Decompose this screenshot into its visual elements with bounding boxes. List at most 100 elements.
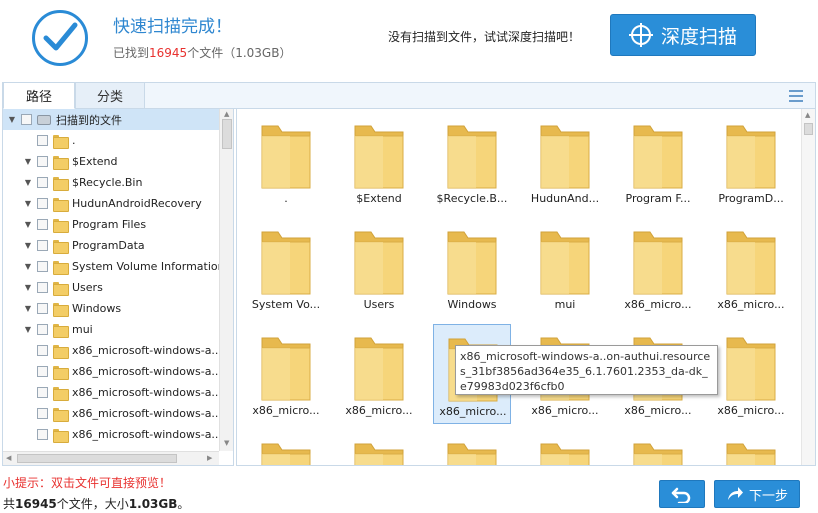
folder-tile-label: x86_micro... xyxy=(345,404,413,417)
folder-tile-label: Users xyxy=(363,298,395,311)
folder-tile[interactable]: x86_micro... xyxy=(619,218,697,318)
folder-tile[interactable]: . xyxy=(247,112,325,212)
expand-arrow-icon[interactable]: ▼ xyxy=(23,262,33,272)
tree-item-label: x86_microsoft-windows-a..on xyxy=(72,428,221,441)
folder-tile[interactable]: $Extend xyxy=(340,112,418,212)
folder-tile-label: x86_micro... xyxy=(717,298,785,311)
tree-checkbox[interactable] xyxy=(37,324,48,335)
tree-item[interactable]: ▼ Users xyxy=(3,277,221,298)
scroll-thumb[interactable] xyxy=(17,454,177,463)
tree-item-label: x86_microsoft-windows-a..on xyxy=(72,365,221,378)
tree-vertical-scrollbar[interactable]: ▲ ▼ xyxy=(219,109,233,451)
tree-item[interactable]: x86_microsoft-windows-a..on xyxy=(3,424,221,445)
tree-checkbox[interactable] xyxy=(37,408,48,419)
expand-arrow-icon[interactable]: ▼ xyxy=(23,325,33,335)
folder-tile-partial[interactable] xyxy=(712,430,790,465)
folder-tile-partial[interactable] xyxy=(247,430,325,465)
deep-scan-hint: 没有扫描到文件，试试深度扫描吧！ xyxy=(388,30,581,44)
tree-checkbox[interactable] xyxy=(37,429,48,440)
scan-complete-title: 快速扫描完成！ xyxy=(113,17,232,37)
tree-item[interactable]: ▼ System Volume Information xyxy=(3,256,221,277)
folder-tile-label: HudunAnd... xyxy=(530,192,600,205)
tree-checkbox[interactable] xyxy=(37,345,48,356)
folder-icon xyxy=(53,365,69,380)
folder-tile[interactable]: x86_micro... xyxy=(340,324,418,424)
tree-item[interactable]: ▼ Windows xyxy=(3,298,221,319)
tab-path[interactable]: 路径 xyxy=(3,82,75,109)
folder-tile-partial[interactable] xyxy=(340,430,418,465)
expand-arrow-icon[interactable]: ▼ xyxy=(7,115,17,125)
folder-tile[interactable]: x86_micro... xyxy=(712,218,790,318)
tree-item[interactable]: ▼ $Recycle.Bin xyxy=(3,172,221,193)
folder-icon xyxy=(354,337,404,401)
file-name-tooltip: x86_microsoft-windows-a..on-authui.resou… xyxy=(455,345,718,395)
tree-item[interactable]: ▼ ProgramData xyxy=(3,235,221,256)
next-step-button[interactable]: 下一步 xyxy=(714,480,800,508)
folder-tile[interactable]: Windows xyxy=(433,218,511,318)
expand-arrow-icon[interactable]: ▼ xyxy=(23,157,33,167)
folder-tile-label: x86_micro... xyxy=(717,404,785,417)
folder-tile[interactable]: System Vo... xyxy=(247,218,325,318)
folder-tile[interactable]: x86_micro... xyxy=(712,324,790,424)
tab-category[interactable]: 分类 xyxy=(75,82,145,109)
folder-tile-partial[interactable] xyxy=(433,430,511,465)
tree-item[interactable]: x86_microsoft-windows-a..ac xyxy=(3,340,221,361)
expand-arrow-icon[interactable]: ▼ xyxy=(23,283,33,293)
tree-checkbox[interactable] xyxy=(37,282,48,293)
expand-arrow-icon[interactable]: ▼ xyxy=(23,304,33,314)
next-step-label: 下一步 xyxy=(748,488,788,504)
folder-tile[interactable]: Program F... xyxy=(619,112,697,212)
tree-item[interactable]: x86_microsoft-windows-a..on xyxy=(3,361,221,382)
tree-checkbox[interactable] xyxy=(37,366,48,377)
tree-checkbox[interactable] xyxy=(37,177,48,188)
expand-arrow-icon[interactable]: ▼ xyxy=(23,220,33,230)
tree-item[interactable]: . xyxy=(3,130,221,151)
scroll-thumb[interactable] xyxy=(222,119,232,149)
tree-checkbox[interactable] xyxy=(37,219,48,230)
tree-checkbox[interactable] xyxy=(37,135,48,146)
folder-icon xyxy=(726,337,776,401)
folder-tile-partial[interactable] xyxy=(619,430,697,465)
tree-item[interactable]: ▼ HudunAndroidRecovery xyxy=(3,193,221,214)
tree-horizontal-scrollbar[interactable]: ◀ ▶ xyxy=(3,451,219,465)
folder-tile[interactable]: x86_micro... xyxy=(247,324,325,424)
folder-tile[interactable]: mui xyxy=(526,218,604,318)
grid-vertical-scrollbar[interactable]: ▲ xyxy=(801,109,815,465)
folder-tile[interactable]: ProgramD... xyxy=(712,112,790,212)
tree-checkbox[interactable] xyxy=(37,387,48,398)
tree-checkbox[interactable] xyxy=(37,261,48,272)
summary-size: 1.03GB xyxy=(128,497,178,511)
tree-root-item[interactable]: ▼ 扫描到的文件 xyxy=(3,109,221,130)
folder-tree-panel: ▼ 扫描到的文件 . ▼ $Extend ▼ $Recycle.Bin ▼ Hu… xyxy=(2,109,234,466)
undo-arrow-icon xyxy=(671,487,691,503)
expand-arrow-icon[interactable]: ▼ xyxy=(23,199,33,209)
tree-item[interactable]: x86_microsoft-windows-a..on xyxy=(3,403,221,424)
tree-checkbox[interactable] xyxy=(37,303,48,314)
tree-checkbox[interactable] xyxy=(37,198,48,209)
folder-tile[interactable]: Users xyxy=(340,218,418,318)
folder-tile-partial[interactable] xyxy=(526,430,604,465)
folder-icon xyxy=(540,231,590,295)
folder-icon xyxy=(53,344,69,359)
tree-checkbox[interactable] xyxy=(37,156,48,167)
scroll-thumb[interactable] xyxy=(804,123,813,135)
deep-scan-button[interactable]: 深度扫描 xyxy=(610,14,756,56)
tree-item-label: x86_microsoft-windows-a..on xyxy=(72,407,221,420)
view-menu-icon[interactable] xyxy=(789,90,803,102)
tree-checkbox[interactable] xyxy=(21,114,32,125)
folder-icon xyxy=(53,239,69,254)
expand-arrow-icon[interactable]: ▼ xyxy=(23,241,33,251)
tree-item[interactable]: ▼ $Extend xyxy=(3,151,221,172)
folder-tile[interactable]: HudunAnd... xyxy=(526,112,604,212)
tree-item[interactable]: x86_microsoft-windows-a..on xyxy=(3,382,221,403)
tree-item[interactable]: ▼ Program Files xyxy=(3,214,221,235)
folder-icon xyxy=(726,125,776,189)
expand-arrow-icon[interactable]: ▼ xyxy=(23,178,33,188)
tree-checkbox[interactable] xyxy=(37,240,48,251)
back-button[interactable] xyxy=(659,480,705,508)
folder-tile[interactable]: $Recycle.B... xyxy=(433,112,511,212)
tree-item-label: Windows xyxy=(72,302,122,315)
folder-tile-label: $Extend xyxy=(356,192,402,205)
tree-item[interactable]: ▼ mui xyxy=(3,319,221,340)
